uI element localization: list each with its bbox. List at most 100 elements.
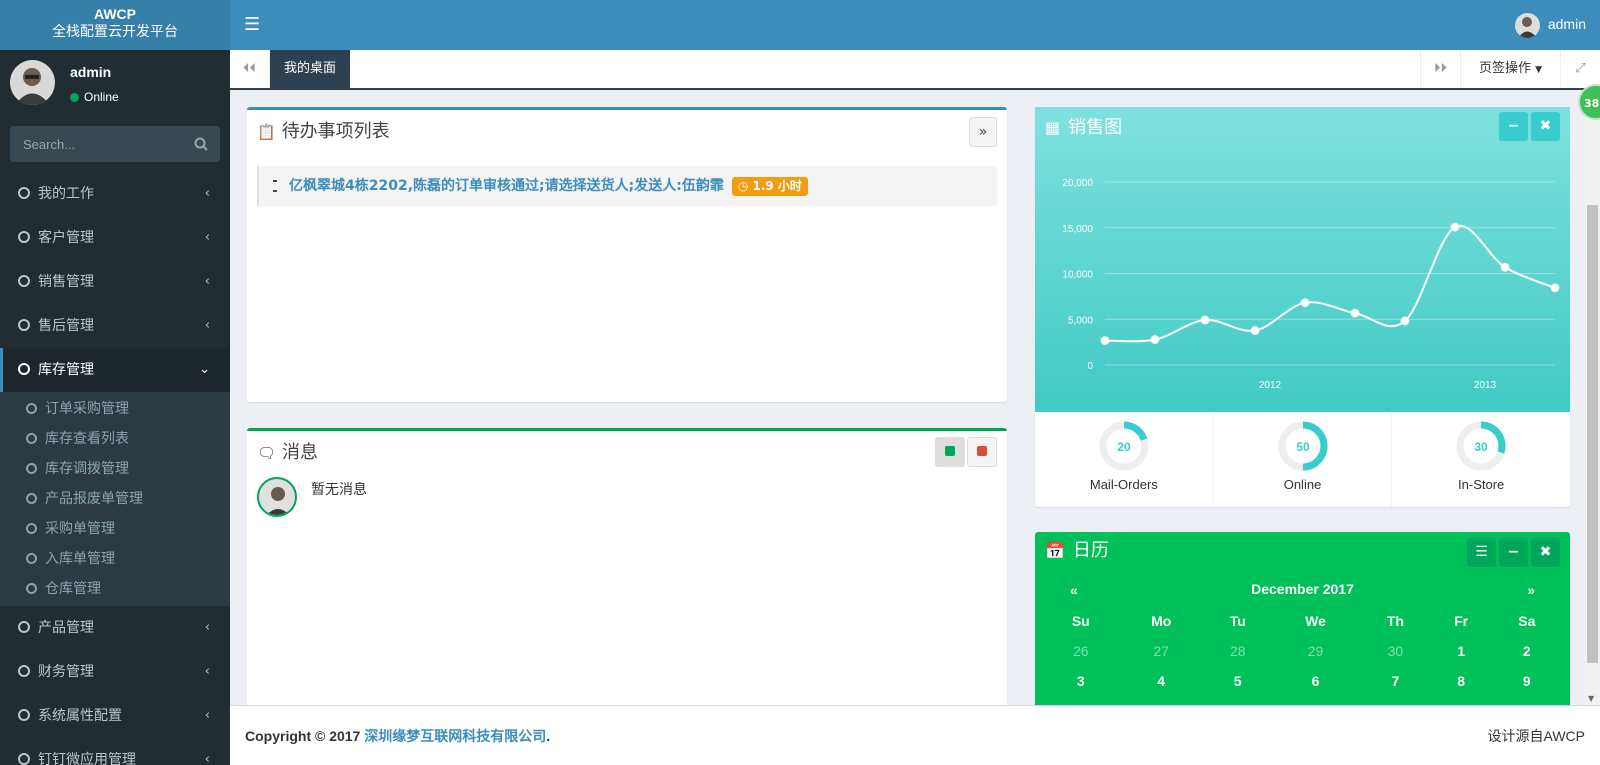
- top-user-name: admin: [1547, 16, 1586, 33]
- calendar-day[interactable]: 3: [1043, 666, 1119, 696]
- calendar-day[interactable]: 1: [1432, 636, 1491, 666]
- circle-icon: [26, 523, 37, 534]
- sidebar-item-1[interactable]: 客户管理 ‹: [0, 216, 230, 260]
- sidebar-item-6[interactable]: 财务管理 ‹: [0, 650, 230, 694]
- data-point[interactable]: [1400, 316, 1410, 326]
- menu-toggle-icon[interactable]: ☰: [244, 14, 260, 35]
- sidebar-item-5[interactable]: 产品管理 ‹: [0, 606, 230, 650]
- drag-handle-icon[interactable]: [273, 180, 277, 192]
- submenu-item[interactable]: 仓库管理: [0, 574, 230, 604]
- sidebar-item-label: 销售管理: [38, 274, 94, 290]
- calendar-collapse-button[interactable]: −: [1499, 538, 1528, 567]
- calendar-day[interactable]: 7: [1359, 666, 1431, 696]
- footer-copyright: Copyright © 2017 深圳缘梦互联网科技有限公司.: [245, 728, 550, 744]
- status-green-button[interactable]: [935, 437, 965, 467]
- circle-icon: [18, 275, 30, 287]
- tab-scroll-right-icon[interactable]: ⏵⏵: [1420, 50, 1460, 88]
- search-icon[interactable]: [194, 137, 208, 155]
- submenu-item-label: 仓库管理: [45, 581, 101, 597]
- sidebar-item-label: 钉钉微应用管理: [38, 752, 136, 765]
- company-link[interactable]: 深圳缘梦互联网科技有限公司: [364, 728, 546, 744]
- calendar-day[interactable]: 5: [1204, 666, 1272, 696]
- time-badge-text: 1.9 小时: [752, 179, 802, 193]
- data-point[interactable]: [1150, 335, 1160, 345]
- todo-item-text[interactable]: 亿枫翠城4栋2202,陈磊的订单审核通过;请选择送货人;发送人:伍韵霏: [289, 178, 724, 194]
- circle-icon: [18, 319, 30, 331]
- scrollbar-thumb[interactable]: [1587, 205, 1598, 663]
- status-red-button[interactable]: [967, 437, 997, 467]
- todo-item[interactable]: 亿枫翠城4栋2202,陈磊的订单审核通过;请选择送货人;发送人:伍韵霏 ◷ 1.9…: [257, 166, 997, 206]
- green-square-icon: [945, 446, 955, 456]
- calendar-header: 📅 日历 ☰ − ✖: [1035, 532, 1570, 576]
- fullscreen-icon[interactable]: ⤢: [1560, 50, 1600, 88]
- circle-icon: [18, 363, 30, 375]
- tab-scroll-left-icon[interactable]: ⏴⏴: [230, 50, 270, 88]
- calendar-day[interactable]: 27: [1119, 636, 1204, 666]
- chevron-left-icon: ‹: [204, 274, 210, 289]
- submenu-item[interactable]: 订单采购管理: [0, 394, 230, 424]
- sidebar-item-0[interactable]: 我的工作 ‹: [0, 172, 230, 216]
- calendar-month[interactable]: December 2017: [1035, 581, 1570, 597]
- top-user-menu[interactable]: admin: [1514, 13, 1586, 38]
- comments-icon: 🗨: [257, 444, 277, 462]
- sidebar-item-2[interactable]: 销售管理 ‹: [0, 260, 230, 304]
- sidebar: AWCP 全栈配置云开发平台 admin Online 我的工作‹客户管理‹销售…: [0, 0, 230, 765]
- messages-header: 🗨 消息: [247, 431, 1007, 477]
- calendar-day[interactable]: 8: [1432, 666, 1491, 696]
- avatar: [10, 60, 55, 105]
- todo-more-button[interactable]: »: [969, 117, 997, 147]
- circle-icon: [18, 621, 30, 633]
- calendar-close-button[interactable]: ✖: [1531, 538, 1560, 567]
- calendar-next-button[interactable]: »: [1527, 582, 1535, 598]
- knob-dial: 50: [1278, 421, 1327, 471]
- data-point[interactable]: [1100, 336, 1110, 346]
- knob-label: Mail-Orders: [1089, 477, 1158, 492]
- scroll-down-icon[interactable]: ▼: [1588, 694, 1594, 703]
- circle-icon: [26, 553, 37, 564]
- data-point[interactable]: [1450, 222, 1460, 232]
- tab-home[interactable]: 我的桌面: [270, 50, 350, 88]
- data-point[interactable]: [1350, 308, 1360, 318]
- circle-icon: [18, 187, 30, 199]
- knob-label: In-Store: [1458, 477, 1505, 492]
- submenu-item[interactable]: 采购单管理: [0, 514, 230, 544]
- circle-icon: [26, 463, 37, 474]
- calendar-title-wrap: 📅 日历: [1045, 536, 1109, 566]
- sidebar-item-3[interactable]: 售后管理 ‹: [0, 304, 230, 348]
- calendar-day[interactable]: 6: [1272, 666, 1360, 696]
- submenu-item-label: 产品报废单管理: [45, 491, 143, 507]
- calendar-day[interactable]: 26: [1043, 636, 1119, 666]
- calendar-day[interactable]: 9: [1491, 666, 1563, 696]
- data-point[interactable]: [1200, 315, 1210, 325]
- submenu-item[interactable]: 产品报废单管理: [0, 484, 230, 514]
- logo[interactable]: AWCP 全栈配置云开发平台: [0, 0, 230, 50]
- weekday-label: Tu: [1229, 613, 1246, 629]
- calendar-day[interactable]: 4: [1119, 666, 1204, 696]
- sidebar-item-4[interactable]: 库存管理 ⌄: [0, 348, 230, 392]
- search-input[interactable]: [10, 126, 220, 162]
- todo-title: 待办事项列表: [281, 121, 390, 142]
- circle-icon: [26, 583, 37, 594]
- sidebar-item-8[interactable]: 钉钉微应用管理 ‹: [0, 738, 230, 765]
- y-tick-label: 15,000: [1062, 224, 1093, 235]
- submenu-item-label: 订单采购管理: [45, 401, 129, 417]
- calendar-day[interactable]: 2: [1491, 636, 1563, 666]
- knob-value: 50: [1296, 440, 1310, 454]
- calendar-day[interactable]: 28: [1204, 636, 1272, 666]
- online-dot-icon: [70, 93, 79, 102]
- scrollbar[interactable]: ▲ ▼: [1585, 90, 1600, 705]
- submenu-item[interactable]: 入库单管理: [0, 544, 230, 574]
- calendar-day[interactable]: 30: [1359, 636, 1431, 666]
- tab-operations-dropdown[interactable]: 页签操作 ▼: [1460, 50, 1560, 88]
- data-point[interactable]: [1500, 262, 1510, 272]
- submenu-item[interactable]: 库存调拨管理: [0, 454, 230, 484]
- calendar-menu-button[interactable]: ☰: [1467, 538, 1496, 567]
- calendar-week-row: 26 27 28 29 30 1 2: [1043, 636, 1563, 666]
- data-point[interactable]: [1550, 283, 1560, 293]
- submenu-item[interactable]: 库存查看列表: [0, 424, 230, 454]
- messages-title: 消息: [282, 442, 319, 463]
- sidebar-item-7[interactable]: 系统属性配置 ‹: [0, 694, 230, 738]
- data-point[interactable]: [1300, 298, 1310, 308]
- data-point[interactable]: [1250, 326, 1260, 336]
- calendar-day[interactable]: 29: [1272, 636, 1360, 666]
